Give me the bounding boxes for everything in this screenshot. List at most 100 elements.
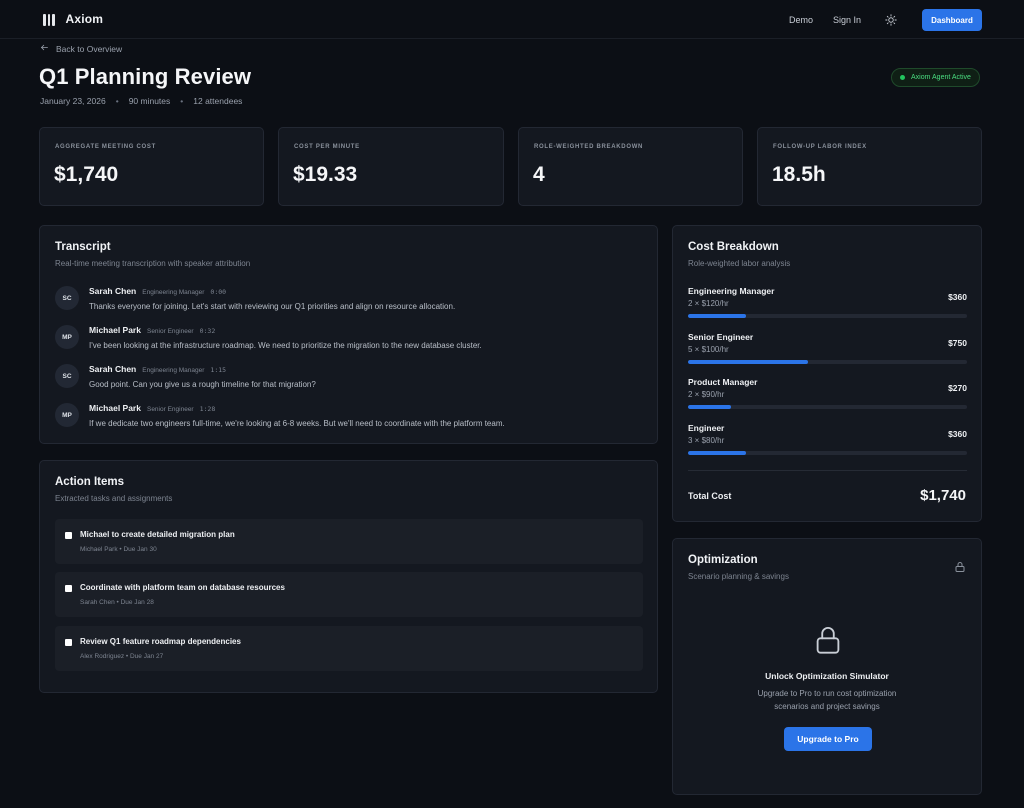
action-items-subtitle: Extracted tasks and assignments xyxy=(55,494,173,503)
cost-progress-fill xyxy=(688,360,809,364)
transcript-text: Good point. Can you give us a rough time… xyxy=(89,380,316,389)
transcript-text: Thanks everyone for joining. Let's start… xyxy=(89,302,456,311)
timestamp: 0:00 xyxy=(210,288,227,296)
cost-progress-track xyxy=(688,314,967,318)
transcript-entry-header: Michael Park Senior Engineer 0:32 xyxy=(89,325,215,335)
stat-card-role-weighted: ROLE-WEIGHTED BREAKDOWN 4 xyxy=(518,127,743,206)
optimization-description-line: Upgrade to Pro to run cost optimization xyxy=(757,689,897,698)
stat-card-aggregate-cost: AGGREGATE MEETING COST $1,740 xyxy=(39,127,264,206)
transcript-text: I've been looking at the infrastructure … xyxy=(89,341,482,350)
separator-dot: • xyxy=(180,96,184,106)
cost-row-engineering-manager: Engineering Manager 2 × $120/hr $360 xyxy=(688,286,967,322)
brand-name: Axiom xyxy=(65,12,104,26)
cost-progress-fill xyxy=(688,405,732,409)
optimization-description: Upgrade to Pro to run cost optimization … xyxy=(673,687,981,713)
cost-rate: 2 × $120/hr xyxy=(688,299,729,308)
transcript-entry-header: Sarah Chen Engineering Manager 1:15 xyxy=(89,364,226,374)
cost-amount: $270 xyxy=(948,383,967,393)
speaker-name: Sarah Chen xyxy=(89,286,137,296)
action-item-meta: Michael Park • Due Jan 30 xyxy=(80,546,157,553)
optimization-description-line: scenarios and project savings xyxy=(774,702,880,711)
transcript-entry: SC Sarah Chen Engineering Manager 1:15 G… xyxy=(55,364,645,396)
cost-rate: 3 × $80/hr xyxy=(688,436,725,445)
optimization-card: Optimization Scenario planning & savings… xyxy=(672,538,982,795)
axiom-logo-icon xyxy=(43,13,55,26)
page-title: Q1 Planning Review xyxy=(39,64,252,89)
action-item-title: Michael to create detailed migration pla… xyxy=(80,530,235,539)
cost-amount: $750 xyxy=(948,338,967,348)
transcript-entry-header: Michael Park Senior Engineer 1:28 xyxy=(89,403,215,413)
stat-value: $1,740 xyxy=(54,163,119,186)
cost-role: Senior Engineer xyxy=(688,332,754,342)
avatar: MP xyxy=(55,403,79,427)
transcript-entry: MP Michael Park Senior Engineer 0:32 I'v… xyxy=(55,325,645,357)
speaker-name: Michael Park xyxy=(89,325,141,335)
dashboard-button[interactable]: Dashboard xyxy=(922,9,982,31)
avatar: SC xyxy=(55,286,79,310)
separator-dot: • xyxy=(115,96,119,106)
meeting-duration: 90 minutes xyxy=(128,96,171,106)
cost-row-senior-engineer: Senior Engineer 5 × $100/hr $750 xyxy=(688,332,967,368)
brand[interactable]: Axiom xyxy=(43,12,103,26)
cost-rate: 2 × $90/hr xyxy=(688,390,725,399)
transcript-subtitle: Real-time meeting transcription with spe… xyxy=(55,259,251,268)
cost-amount: $360 xyxy=(948,292,967,302)
cost-amount: $360 xyxy=(948,429,967,439)
cost-progress-fill xyxy=(688,314,746,318)
cost-progress-track xyxy=(688,360,967,364)
cost-breakdown-subtitle: Role-weighted labor analysis xyxy=(688,259,791,268)
sun-icon[interactable] xyxy=(884,13,898,27)
nav-link-sign-in[interactable]: Sign In xyxy=(833,15,861,25)
action-item[interactable]: Coordinate with platform team on databas… xyxy=(55,572,643,617)
action-item-title: Coordinate with platform team on databas… xyxy=(80,583,285,592)
back-link-label: Back to Overview xyxy=(56,43,123,54)
back-to-overview-link[interactable]: Back to Overview xyxy=(40,43,122,54)
lock-icon xyxy=(814,625,842,655)
transcript-entry-header: Sarah Chen Engineering Manager 0:00 xyxy=(89,286,226,296)
total-cost-value: $1,740 xyxy=(920,487,966,504)
agent-status-badge: Axiom Agent Active xyxy=(891,68,980,87)
action-item-checkbox[interactable] xyxy=(65,639,72,646)
speaker-name: Sarah Chen xyxy=(89,364,137,374)
action-item-meta: Sarah Chen • Due Jan 28 xyxy=(80,599,154,606)
meeting-attendees: 12 attendees xyxy=(193,96,243,106)
transcript-text: If we dedicate two engineers full-time, … xyxy=(89,419,505,428)
cost-role: Product Manager xyxy=(688,377,758,387)
cost-progress-fill xyxy=(688,451,746,455)
cost-progress-track xyxy=(688,451,967,455)
cost-breakdown-title: Cost Breakdown xyxy=(688,241,779,253)
action-items-card: Action Items Extracted tasks and assignm… xyxy=(39,460,658,693)
stat-value: 4 xyxy=(533,163,545,186)
stat-value: 18.5h xyxy=(772,163,826,186)
speaker-role: Engineering Manager xyxy=(142,289,205,296)
meeting-date: January 23, 2026 xyxy=(40,96,106,106)
nav-link-demo[interactable]: Demo xyxy=(789,15,813,25)
optimization-title: Optimization xyxy=(688,554,758,566)
action-item-checkbox[interactable] xyxy=(65,532,72,539)
action-item-title: Review Q1 feature roadmap dependencies xyxy=(80,637,241,646)
cost-rate: 5 × $100/hr xyxy=(688,345,729,354)
stat-label: AGGREGATE MEETING COST xyxy=(55,144,156,150)
stat-label: FOLLOW-UP LABOR INDEX xyxy=(773,144,867,150)
cost-role: Engineering Manager xyxy=(688,286,775,296)
speaker-role: Senior Engineer xyxy=(146,406,194,413)
divider xyxy=(688,470,967,471)
transcript-title: Transcript xyxy=(55,241,111,253)
transcript-entry: MP Michael Park Senior Engineer 1:28 If … xyxy=(55,403,645,435)
action-items-title: Action Items xyxy=(55,476,125,488)
status-dot-icon xyxy=(900,75,905,80)
meeting-meta: January 23, 2026 • 90 minutes • 12 atten… xyxy=(40,96,242,106)
action-item-checkbox[interactable] xyxy=(65,585,72,592)
cost-breakdown-card: Cost Breakdown Role-weighted labor analy… xyxy=(672,225,982,522)
timestamp: 1:15 xyxy=(210,366,227,374)
stat-card-follow-up-labor: FOLLOW-UP LABOR INDEX 18.5h xyxy=(757,127,982,206)
arrow-left-icon xyxy=(40,43,49,54)
total-cost-label: Total Cost xyxy=(688,491,732,501)
action-item[interactable]: Michael to create detailed migration pla… xyxy=(55,519,643,564)
lock-icon xyxy=(954,560,966,572)
transcript-card: Transcript Real-time meeting transcripti… xyxy=(39,225,658,444)
nav-actions: Demo Sign In Dashboard xyxy=(789,9,982,31)
upgrade-to-pro-button[interactable]: Upgrade to Pro xyxy=(784,727,872,751)
cost-row-product-manager: Product Manager 2 × $90/hr $270 xyxy=(688,377,967,413)
action-item[interactable]: Review Q1 feature roadmap dependencies A… xyxy=(55,626,643,671)
